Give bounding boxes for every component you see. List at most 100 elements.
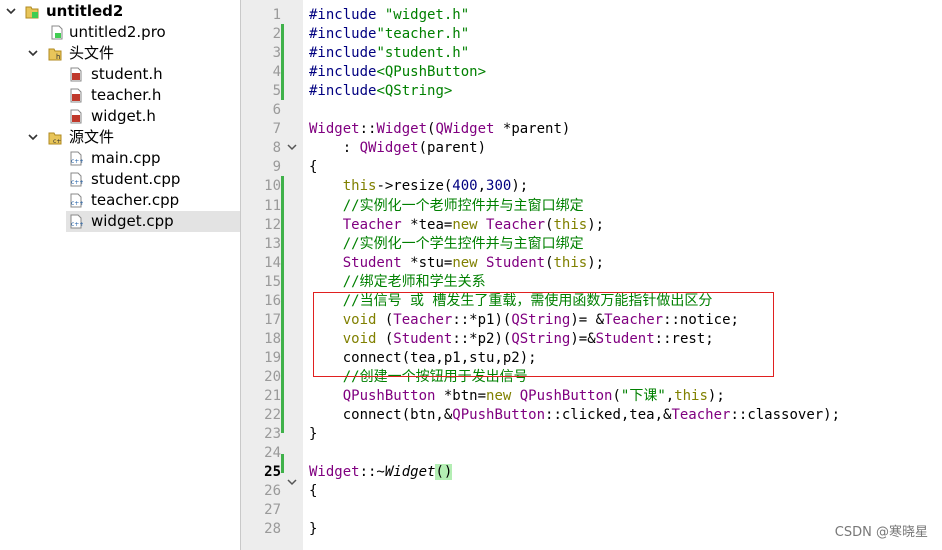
tree-item-label: main.cpp [91,149,161,167]
pro-file-icon [51,25,63,40]
svg-text:c++: c++ [71,200,83,207]
watermark: CSDN @寒晓星 [834,525,928,540]
tree-item-label: 源文件 [69,128,115,146]
line-number: 9 [272,159,281,176]
line-number: 10 [264,178,281,195]
line-number: 12 [264,216,281,233]
line-number: 13 [264,235,281,252]
header-file-icon [70,88,82,103]
code-line[interactable]: Widget::~Widget() [309,463,453,482]
project-name: untitled2 [46,2,124,20]
code-line[interactable]: Widget::Widget(QWidget *parent) [309,120,570,139]
line-number: 17 [264,311,281,328]
svg-text:c++: c++ [71,158,83,165]
line-number: 3 [272,45,281,62]
svg-text:c++: c++ [71,179,83,186]
qt-project-icon [25,6,39,19]
tree-item-headers-folder[interactable]: h 头文件 [0,43,240,64]
line-number: 22 [264,407,281,424]
header-file-icon [70,67,82,82]
line-number: 8 [272,140,281,157]
line-number: 14 [264,254,281,271]
tree-item-sources-folder[interactable]: c+ 源文件 [0,127,240,148]
code-line[interactable]: #include<QString> [309,82,452,101]
tree-item-file[interactable]: widget.h [0,106,240,127]
svg-text:h: h [56,53,60,61]
line-number: 18 [264,330,281,347]
code-line[interactable]: //实例化一个老师控件并与主窗口绑定 [309,197,584,216]
tree-item-label: student.h [91,65,163,83]
highlight-box [313,292,774,377]
code-line[interactable]: } [309,520,317,539]
tree-item-label: teacher.cpp [91,191,180,209]
cpp-file-icon: c++ [70,214,83,229]
tree-item-label: widget.cpp [91,212,174,230]
line-number: 5 [272,83,281,100]
tree-item-file[interactable]: student.h [0,64,240,85]
line-number-gutter: 1 2 3 4 5 6 7 8 9 10 11 12 13 14 15 16 17 18 19 20 21 22 23 24 2… [241,0,303,550]
line-number: 21 [264,388,281,404]
tree-item-label: untitled2.pro [69,23,166,41]
line-number: 28 [264,521,281,538]
fold-chevron-icon[interactable] [286,138,298,157]
chevron-down-icon[interactable] [27,43,39,64]
code-line[interactable]: { [309,158,317,177]
code-line[interactable]: : QWidget(parent) [309,139,486,158]
change-marker [281,454,284,473]
change-marker [281,24,284,100]
line-number: 15 [264,273,281,290]
code-line[interactable]: #include"teacher.h" [309,25,469,44]
change-marker [281,176,284,433]
tree-item-file[interactable]: teacher.h [0,85,240,106]
tree-item-label: widget.h [91,107,156,125]
code-editor[interactable]: #include "widget.h" #include"teacher.h" #i… [309,0,942,550]
line-number: 20 [264,368,281,385]
code-line[interactable]: connect(btn,&QPushButton::clicked,tea,&T… [309,406,840,425]
tree-item-file[interactable]: c++ student.cpp [0,169,240,190]
line-number: 27 [264,502,281,519]
chevron-down-icon[interactable] [27,127,39,148]
code-line[interactable]: this->resize(400,300); [309,177,528,196]
tree-item-file[interactable]: c++ main.cpp [0,148,240,169]
code-line[interactable]: #include "widget.h" [309,6,469,25]
tree-item-label: 头文件 [69,44,115,62]
code-line[interactable]: //实例化一个学生控件并与主窗口绑定 [309,235,584,254]
line-number: 4 [272,64,281,81]
line-number: 16 [264,292,281,309]
source-folder-icon: c+ [48,132,62,145]
chevron-down-icon[interactable] [5,1,17,22]
svg-text:c+: c+ [53,138,61,145]
header-file-icon [70,109,82,124]
line-number: 23 [264,426,281,443]
fold-chevron-icon[interactable] [286,473,298,492]
code-line[interactable]: Student *stu=new Student(this); [309,254,604,273]
cpp-file-icon: c++ [70,151,83,166]
code-line[interactable]: #include"student.h" [309,44,469,63]
tree-item-file[interactable]: c++ teacher.cpp [0,190,240,211]
project-tree: untitled2 untitled2.pro h 头文件 student.h … [0,0,240,550]
tree-item-label: student.cpp [91,170,181,188]
tree-item-label: teacher.h [91,86,162,104]
code-line[interactable]: //绑定老师和学生关系 [309,273,486,292]
line-number: 1 [272,7,281,23]
tree-item-pro-file[interactable]: untitled2.pro [0,22,240,43]
svg-text:c++: c++ [71,221,83,228]
code-line[interactable]: { [309,482,317,501]
code-line[interactable]: Teacher *tea=new Teacher(this); [309,216,604,235]
code-line[interactable]: #include<QPushButton> [309,63,486,82]
line-number: 26 [264,483,281,500]
line-number: 6 [272,102,281,119]
code-line[interactable]: } [309,425,317,444]
line-number: 19 [264,349,281,366]
header-folder-icon: h [48,48,62,61]
line-number: 2 [272,26,281,43]
line-number: 11 [264,197,281,214]
line-number: 24 [264,445,281,462]
cpp-file-icon: c++ [70,172,83,187]
line-number: 25 [264,464,281,481]
line-number: 7 [272,121,281,138]
code-line[interactable]: QPushButton *btn=new QPushButton("下课",th… [309,387,725,406]
cpp-file-icon: c++ [70,193,83,208]
tree-item-file-selected[interactable]: c++ widget.cpp [66,211,240,232]
tree-item-project[interactable]: untitled2 [0,1,240,22]
